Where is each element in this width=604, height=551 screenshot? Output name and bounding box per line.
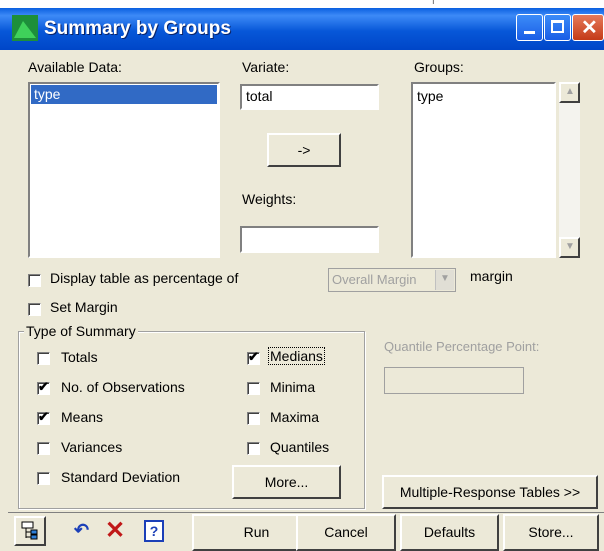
scroll-down-button[interactable]: ▼ [559, 237, 580, 258]
quantile-input[interactable] [384, 367, 524, 394]
defaults-button[interactable]: Defaults [400, 514, 499, 551]
standard-deviation-checkbox[interactable] [37, 472, 50, 485]
groups-label: Groups: [414, 59, 464, 75]
background-strip: ^^^ ^^^ | [0, 0, 604, 8]
summary-title: Type of Summary [24, 323, 138, 339]
quantiles-label: Quantiles [270, 439, 330, 455]
available-data-label: Available Data: [28, 59, 122, 75]
weights-label: Weights: [242, 191, 297, 207]
tree-icon [21, 521, 38, 540]
footer-separator [8, 512, 604, 513]
weights-input[interactable] [240, 226, 379, 253]
help-icon[interactable]: ? [144, 520, 164, 542]
margin-suffix-label: margin [470, 268, 513, 284]
available-data-list[interactable]: type [28, 82, 220, 258]
means-checkbox[interactable] [37, 409, 50, 425]
help-window-button[interactable] [14, 516, 46, 546]
margin-select[interactable]: Overall Margin ▼ [328, 268, 456, 292]
close-icon: ✕ [581, 17, 598, 39]
list-item[interactable]: type [31, 85, 217, 104]
list-item[interactable]: type [417, 88, 550, 104]
window-title: Summary by Groups [44, 18, 231, 39]
maxima-checkbox[interactable] [247, 412, 260, 425]
groups-scrollbar[interactable]: ▲ ▼ [559, 82, 580, 258]
minimize-button[interactable] [516, 14, 543, 41]
store-button[interactable]: Store... [503, 514, 599, 551]
medians-label: Medians [268, 347, 325, 365]
means-label: Means [61, 409, 104, 425]
app-icon [12, 15, 38, 41]
observations-checkbox[interactable] [37, 379, 50, 395]
observations-label: No. of Observations [61, 379, 185, 395]
clear-button[interactable]: ✕ [104, 517, 128, 544]
undo-icon: ↶ [74, 520, 90, 540]
display-percentage-label: Display table as percentage of [50, 270, 239, 286]
medians-checkbox[interactable] [247, 349, 260, 365]
variate-label: Variate: [242, 59, 290, 75]
variances-checkbox[interactable] [37, 442, 50, 455]
move-to-field-button[interactable]: -> [267, 133, 341, 167]
set-margin-label: Set Margin [50, 299, 118, 315]
minima-checkbox[interactable] [247, 382, 260, 395]
scroll-up-button[interactable]: ▲ [559, 82, 580, 103]
margin-select-value: Overall Margin [332, 272, 417, 287]
variate-input[interactable]: total [240, 84, 379, 110]
display-percentage-checkbox[interactable] [28, 274, 41, 287]
close-button[interactable]: ✕ [572, 14, 604, 41]
variances-label: Variances [61, 439, 123, 455]
arrow-down-icon: ▼ [565, 241, 575, 252]
close-icon: ✕ [105, 517, 126, 544]
more-button[interactable]: More... [232, 465, 341, 499]
dropdown-button[interactable]: ▼ [435, 270, 454, 290]
chevron-down-icon: ▼ [440, 273, 450, 284]
standard-deviation-label: Standard Deviation [61, 469, 181, 485]
cancel-button[interactable]: Cancel [296, 514, 396, 551]
arrow-up-icon: ▲ [565, 86, 575, 97]
quantiles-checkbox[interactable] [247, 442, 260, 455]
set-margin-checkbox[interactable] [28, 303, 41, 316]
minima-label: Minima [270, 379, 316, 395]
multiple-response-tables-button[interactable]: Multiple-Response Tables >> [382, 475, 598, 509]
totals-label: Totals [61, 349, 98, 365]
totals-checkbox[interactable] [37, 352, 50, 365]
groups-list[interactable]: type [411, 82, 556, 258]
undo-button[interactable]: ↶ [72, 520, 94, 544]
quantile-label: Quantile Percentage Point: [384, 339, 540, 354]
maxima-label: Maxima [270, 409, 320, 425]
maximize-button[interactable] [544, 14, 571, 41]
